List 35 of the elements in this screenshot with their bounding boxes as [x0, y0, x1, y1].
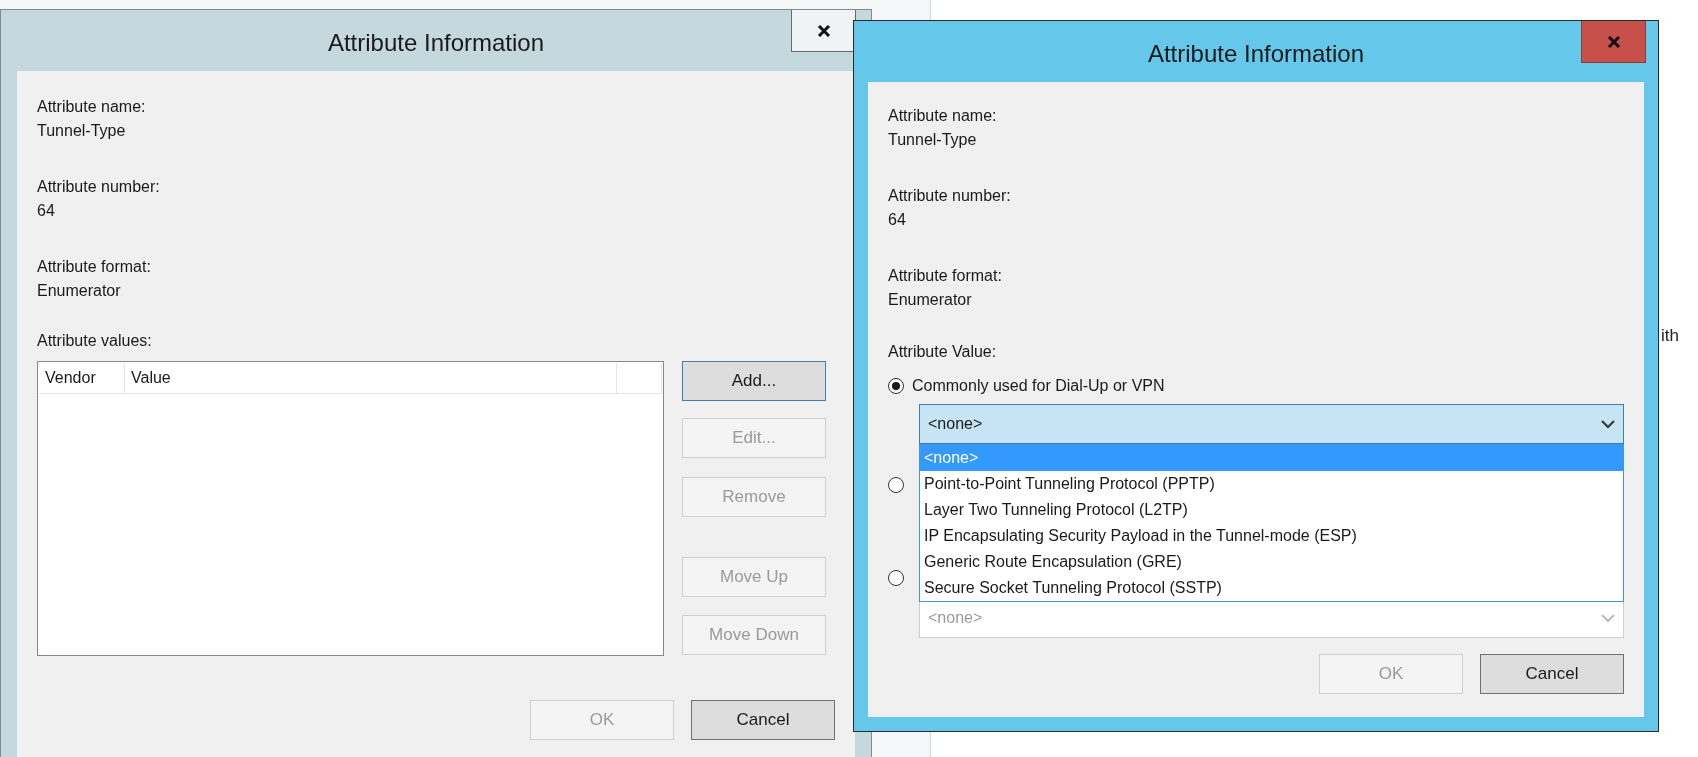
- field-value: Enumerator: [37, 281, 122, 301]
- column-header[interactable]: Vendor: [45, 366, 96, 390]
- field-label: Attribute name:: [888, 106, 998, 126]
- dropdown-value: <none>: [928, 414, 983, 434]
- section-label: Attribute values:: [37, 331, 153, 351]
- field-value: Enumerator: [888, 290, 973, 310]
- radio-label[interactable]: Commonly used for Dial-Up or VPN: [912, 374, 1165, 398]
- values-list[interactable]: Vendor Value: [37, 361, 664, 656]
- field-value: Tunnel-Type: [888, 130, 978, 150]
- radio-button[interactable]: [888, 477, 904, 493]
- dialog-button[interactable]: Cancel: [1480, 654, 1624, 694]
- close-icon: [816, 24, 831, 37]
- section-label: Attribute Value:: [888, 342, 998, 362]
- column-header[interactable]: Value: [131, 366, 171, 390]
- window-title: Attribute Information: [327, 27, 545, 57]
- chevron-icon: [1601, 419, 1615, 429]
- window-title: Attribute Information: [1147, 38, 1365, 68]
- side-button[interactable]: Add...: [682, 361, 826, 401]
- field-label: Attribute number:: [37, 177, 161, 197]
- field-label: Attribute format:: [37, 257, 152, 277]
- field-label: Attribute number:: [888, 186, 1012, 206]
- text-fragment: ith: [1661, 326, 1679, 345]
- dropdown[interactable]: <none>: [919, 404, 1624, 444]
- chevron-icon: [1601, 613, 1615, 623]
- close-icon: [1606, 35, 1621, 48]
- dialog-button[interactable]: Cancel: [691, 700, 835, 740]
- field-value: 64: [37, 201, 56, 221]
- close-button[interactable]: [791, 10, 856, 52]
- field-value: Tunnel-Type: [37, 121, 127, 141]
- radio-button[interactable]: [888, 378, 904, 394]
- field-value: 64: [888, 210, 907, 230]
- field-label: Attribute name:: [37, 97, 147, 117]
- radio-button[interactable]: [888, 570, 904, 586]
- dropdown-value: <none>: [928, 608, 983, 628]
- field-label: Attribute format:: [888, 266, 1003, 286]
